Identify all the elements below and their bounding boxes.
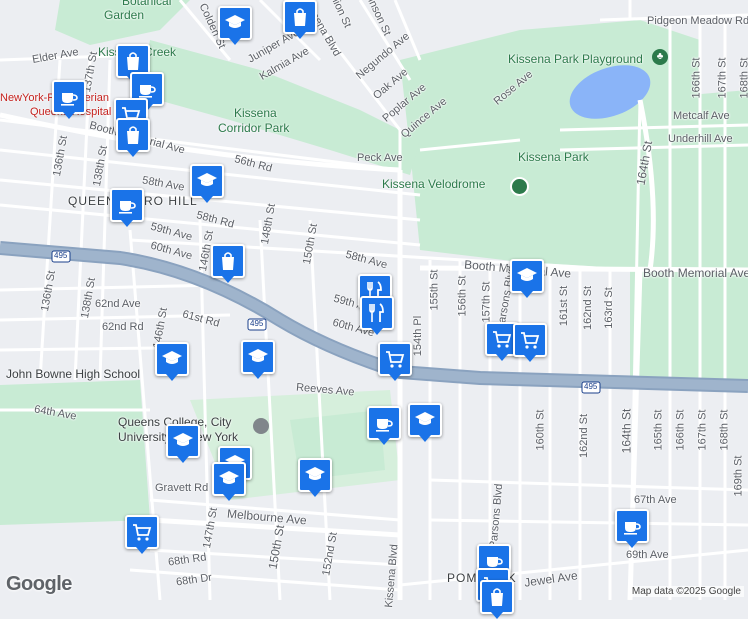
street-label: Underhill Ave <box>668 133 733 145</box>
street-label: 69th Ave <box>626 549 669 561</box>
cafe-icon <box>61 93 78 106</box>
school-marker[interactable] <box>218 6 252 45</box>
cafe-icon <box>624 522 641 535</box>
google-logo[interactable]: Google <box>6 573 72 596</box>
school-marker[interactable] <box>190 164 224 203</box>
street-label: 166th St <box>690 57 703 99</box>
school-icon <box>415 412 435 425</box>
school-icon <box>248 349 268 362</box>
highway-shield-label: 495 <box>584 382 598 391</box>
street-label: 162nd St <box>582 285 595 331</box>
school-icon <box>173 433 193 446</box>
street-label: 155th St <box>428 269 441 311</box>
kissena-velodrome-label[interactable]: Kissena Velodrome <box>382 177 485 191</box>
shopping-bag-marker[interactable] <box>283 0 317 39</box>
shopping-bag-marker[interactable] <box>480 580 514 619</box>
school-icon <box>225 15 245 28</box>
shopping-bag-icon <box>294 8 306 26</box>
shopping-cart-icon <box>493 331 512 348</box>
shopping-bag-icon <box>222 252 234 270</box>
school-marker[interactable] <box>212 462 246 501</box>
grocery-marker[interactable] <box>125 515 159 554</box>
school-marker[interactable] <box>298 458 332 497</box>
shopping-bag-icon <box>127 52 139 70</box>
highway-shield-label: 495 <box>250 319 264 328</box>
school-icon <box>517 268 537 281</box>
street-label: 166th St <box>674 409 687 451</box>
highway-shield-label: 495 <box>54 251 68 260</box>
street-label: 62nd Ave <box>95 298 141 310</box>
street-label: 168th St <box>718 409 731 451</box>
street-label: Metcalf Ave <box>673 110 730 122</box>
map-attribution[interactable]: Map data ©2025 Google <box>628 586 744 597</box>
cafe-marker[interactable] <box>110 188 144 227</box>
school-icon <box>197 173 217 186</box>
kissena-corridor-park-label-line2[interactable]: Corridor Park <box>218 121 289 135</box>
shopping-bag-icon <box>127 126 139 144</box>
school-marker[interactable] <box>408 403 442 442</box>
shopping-cart-icon <box>386 351 405 368</box>
street-label: Gravett Rd <box>155 482 209 494</box>
cafe-marker[interactable] <box>367 406 401 445</box>
botanical-garden-label-line2[interactable]: Garden <box>104 8 144 22</box>
botanical-garden-label[interactable]: Botanical <box>122 0 171 8</box>
street-label: 161st St <box>558 285 571 327</box>
shopping-bag-marker[interactable] <box>211 244 245 283</box>
school-marker[interactable] <box>510 259 544 298</box>
john-bowne-field <box>0 380 150 525</box>
cafe-marker[interactable] <box>615 509 649 548</box>
john-bowne-label[interactable]: John Bowne High School <box>6 367 140 381</box>
street-label: 168th St <box>738 57 748 99</box>
tree-icon: ♣ <box>652 49 668 65</box>
street-label: 164th St <box>619 408 634 454</box>
street-label: 167th St <box>716 57 729 99</box>
street-label: 163rd St <box>602 287 615 329</box>
shopping-bag-icon <box>491 588 503 606</box>
restaurant-icon <box>369 303 384 322</box>
cafe-marker[interactable] <box>52 80 86 119</box>
cafe-icon <box>119 201 136 214</box>
shopping-cart-icon <box>521 332 540 349</box>
grocery-marker[interactable] <box>513 323 547 362</box>
street-label: Peck Ave <box>357 152 403 164</box>
street-label: 167th St <box>696 409 709 451</box>
school-icon <box>162 351 182 364</box>
school-marker[interactable] <box>166 424 200 463</box>
kissena-corridor-park-label[interactable]: Kissena <box>234 106 277 120</box>
booth-memorial-ave-east-label: Booth Memorial Ave <box>643 266 748 280</box>
school-icon <box>305 467 325 480</box>
kissena-park-label[interactable]: Kissena Park <box>518 150 589 164</box>
kissena-park-playground-label[interactable]: Kissena Park Playground <box>508 52 643 66</box>
street-label: 154th Pl <box>412 315 425 357</box>
street-label: 156th St <box>456 275 469 317</box>
street-label: 67th Ave <box>634 494 677 506</box>
school-marker[interactable] <box>241 340 275 379</box>
shopping-cart-icon <box>133 524 152 541</box>
school-icon <box>219 471 239 484</box>
pidgeon-meadow-label: Pidgeon Meadow Rd <box>647 15 748 27</box>
grocery-marker[interactable] <box>378 342 412 381</box>
street-label: 162nd St <box>578 413 591 459</box>
street-label: 169th St <box>732 455 745 497</box>
university-icon <box>253 418 269 434</box>
cafe-icon <box>376 419 393 432</box>
street-label: 160th St <box>534 409 547 451</box>
street-label: 62nd Rd <box>102 321 144 333</box>
school-marker[interactable] <box>155 342 189 381</box>
street-label: 165th St <box>652 409 665 451</box>
velodrome-icon <box>510 177 529 196</box>
restaurant-marker[interactable] <box>360 296 394 335</box>
shopping-bag-marker[interactable] <box>116 118 150 157</box>
street-label: 157th St <box>480 281 493 323</box>
